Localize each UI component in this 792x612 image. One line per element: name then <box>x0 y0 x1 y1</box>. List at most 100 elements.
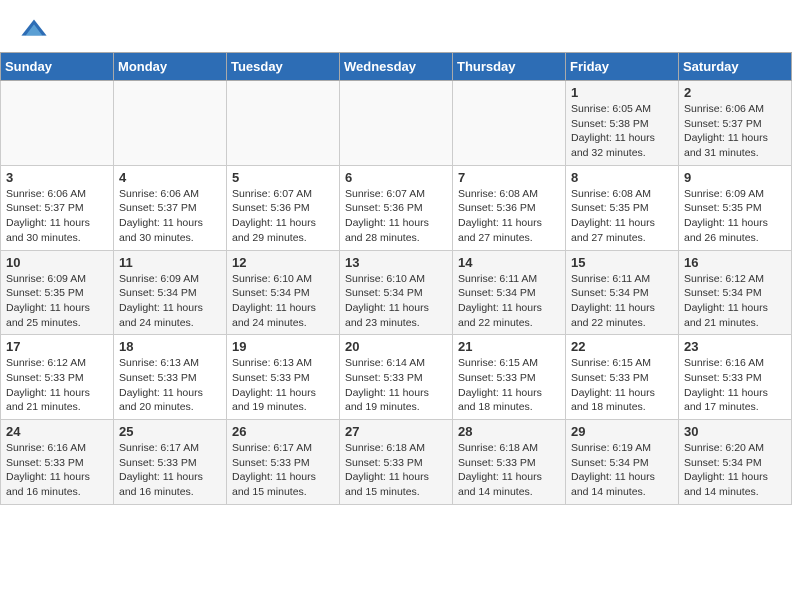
day-number: 8 <box>571 170 673 185</box>
calendar-cell: 10 Sunrise: 6:09 AM Sunset: 5:35 PM Dayli… <box>1 250 114 335</box>
weekday-header-saturday: Saturday <box>679 53 792 81</box>
calendar-cell <box>1 81 114 166</box>
day-number: 27 <box>345 424 447 439</box>
day-number: 9 <box>684 170 786 185</box>
calendar-cell: 27 Sunrise: 6:18 AM Sunset: 5:33 PM Dayli… <box>340 420 453 505</box>
weekday-header-thursday: Thursday <box>453 53 566 81</box>
day-number: 21 <box>458 339 560 354</box>
cell-info: Sunrise: 6:07 AM Sunset: 5:36 PM Dayligh… <box>232 187 334 246</box>
day-number: 26 <box>232 424 334 439</box>
calendar-cell: 3Sunrise: 6:06 AM Sunset: 5:37 PM Daylig… <box>1 165 114 250</box>
day-number: 11 <box>119 255 221 270</box>
day-number: 30 <box>684 424 786 439</box>
day-number: 28 <box>458 424 560 439</box>
cell-info: Sunrise: 6:11 AM Sunset: 5:34 PM Dayligh… <box>571 272 673 331</box>
cell-info: Sunrise: 6:08 AM Sunset: 5:35 PM Dayligh… <box>571 187 673 246</box>
calendar-cell: 21 Sunrise: 6:15 AM Sunset: 5:33 PM Dayli… <box>453 335 566 420</box>
cell-info: Sunrise: 6:18 AM Sunset: 5:33 PM Dayligh… <box>345 441 447 500</box>
day-number: 7 <box>458 170 560 185</box>
cell-info: Sunrise: 6:16 AM Sunset: 5:33 PM Dayligh… <box>6 441 108 500</box>
day-number: 6 <box>345 170 447 185</box>
day-number: 4 <box>119 170 221 185</box>
cell-info: Sunrise: 6:09 AM Sunset: 5:34 PM Dayligh… <box>119 272 221 331</box>
cell-info: Sunrise: 6:19 AM Sunset: 5:34 PM Dayligh… <box>571 441 673 500</box>
calendar-cell <box>227 81 340 166</box>
day-number: 12 <box>232 255 334 270</box>
cell-info: Sunrise: 6:06 AM Sunset: 5:37 PM Dayligh… <box>684 102 786 161</box>
cell-info: Sunrise: 6:13 AM Sunset: 5:33 PM Dayligh… <box>232 356 334 415</box>
weekday-header-sunday: Sunday <box>1 53 114 81</box>
weekday-header-monday: Monday <box>114 53 227 81</box>
calendar-table: SundayMondayTuesdayWednesdayThursdayFrid… <box>0 52 792 505</box>
calendar-cell: 23 Sunrise: 6:16 AM Sunset: 5:33 PM Dayli… <box>679 335 792 420</box>
day-number: 29 <box>571 424 673 439</box>
calendar-cell: 19 Sunrise: 6:13 AM Sunset: 5:33 PM Dayli… <box>227 335 340 420</box>
week-row-4: 17 Sunrise: 6:12 AM Sunset: 5:33 PM Dayli… <box>1 335 792 420</box>
day-number: 1 <box>571 85 673 100</box>
calendar-cell: 5 Sunrise: 6:07 AM Sunset: 5:36 PM Daylig… <box>227 165 340 250</box>
day-number: 24 <box>6 424 108 439</box>
weekday-header-row: SundayMondayTuesdayWednesdayThursdayFrid… <box>1 53 792 81</box>
day-number: 15 <box>571 255 673 270</box>
logo-icon <box>20 16 48 44</box>
calendar-cell: 28 Sunrise: 6:18 AM Sunset: 5:33 PM Dayli… <box>453 420 566 505</box>
calendar-cell: 18 Sunrise: 6:13 AM Sunset: 5:33 PM Dayli… <box>114 335 227 420</box>
week-row-5: 24 Sunrise: 6:16 AM Sunset: 5:33 PM Dayli… <box>1 420 792 505</box>
calendar-cell: 13 Sunrise: 6:10 AM Sunset: 5:34 PM Dayli… <box>340 250 453 335</box>
cell-info: Sunrise: 6:15 AM Sunset: 5:33 PM Dayligh… <box>571 356 673 415</box>
cell-info: Sunrise: 6:17 AM Sunset: 5:33 PM Dayligh… <box>119 441 221 500</box>
day-number: 10 <box>6 255 108 270</box>
week-row-3: 10 Sunrise: 6:09 AM Sunset: 5:35 PM Dayli… <box>1 250 792 335</box>
calendar-cell: 11 Sunrise: 6:09 AM Sunset: 5:34 PM Dayli… <box>114 250 227 335</box>
cell-info: Sunrise: 6:20 AM Sunset: 5:34 PM Dayligh… <box>684 441 786 500</box>
day-number: 23 <box>684 339 786 354</box>
cell-info: Sunrise: 6:13 AM Sunset: 5:33 PM Dayligh… <box>119 356 221 415</box>
cell-info: Sunrise: 6:05 AM Sunset: 5:38 PM Dayligh… <box>571 102 673 161</box>
calendar-cell: 17 Sunrise: 6:12 AM Sunset: 5:33 PM Dayli… <box>1 335 114 420</box>
day-number: 22 <box>571 339 673 354</box>
cell-info: Sunrise: 6:18 AM Sunset: 5:33 PM Dayligh… <box>458 441 560 500</box>
day-number: 3 <box>6 170 108 185</box>
day-number: 19 <box>232 339 334 354</box>
cell-info: Sunrise: 6:16 AM Sunset: 5:33 PM Dayligh… <box>684 356 786 415</box>
day-number: 14 <box>458 255 560 270</box>
cell-info: Sunrise: 6:09 AM Sunset: 5:35 PM Dayligh… <box>6 272 108 331</box>
cell-info: Sunrise: 6:14 AM Sunset: 5:33 PM Dayligh… <box>345 356 447 415</box>
cell-info: Sunrise: 6:17 AM Sunset: 5:33 PM Dayligh… <box>232 441 334 500</box>
day-number: 20 <box>345 339 447 354</box>
day-number: 18 <box>119 339 221 354</box>
cell-info: Sunrise: 6:08 AM Sunset: 5:36 PM Dayligh… <box>458 187 560 246</box>
calendar-cell: 2 Sunrise: 6:06 AM Sunset: 5:37 PM Daylig… <box>679 81 792 166</box>
cell-info: Sunrise: 6:10 AM Sunset: 5:34 PM Dayligh… <box>232 272 334 331</box>
calendar-cell: 16Sunrise: 6:12 AM Sunset: 5:34 PM Dayli… <box>679 250 792 335</box>
day-number: 25 <box>119 424 221 439</box>
cell-info: Sunrise: 6:11 AM Sunset: 5:34 PM Dayligh… <box>458 272 560 331</box>
day-number: 16 <box>684 255 786 270</box>
calendar-cell <box>340 81 453 166</box>
weekday-header-wednesday: Wednesday <box>340 53 453 81</box>
calendar-cell: 12 Sunrise: 6:10 AM Sunset: 5:34 PM Dayli… <box>227 250 340 335</box>
calendar-cell: 14 Sunrise: 6:11 AM Sunset: 5:34 PM Dayli… <box>453 250 566 335</box>
day-number: 17 <box>6 339 108 354</box>
calendar-cell: 26 Sunrise: 6:17 AM Sunset: 5:33 PM Dayli… <box>227 420 340 505</box>
calendar-cell: 8 Sunrise: 6:08 AM Sunset: 5:35 PM Daylig… <box>566 165 679 250</box>
week-row-2: 3 Sunrise: 6:06 AM Sunset: 5:37 PM Daylig… <box>1 165 792 250</box>
day-number: 13 <box>345 255 447 270</box>
calendar-cell: 29 Sunrise: 6:19 AM Sunset: 5:34 PM Dayli… <box>566 420 679 505</box>
weekday-header-friday: Friday <box>566 53 679 81</box>
cell-info: Sunrise: 6:06 AM Sunset: 5:37 PM Dayligh… <box>119 187 221 246</box>
cell-info: Sunrise: 6:10 AM Sunset: 5:34 PM Dayligh… <box>345 272 447 331</box>
calendar-cell <box>114 81 227 166</box>
day-number: 2 <box>684 85 786 100</box>
calendar-cell: 6Sunrise: 6:07 AM Sunset: 5:36 PM Daylig… <box>340 165 453 250</box>
day-number: 5 <box>232 170 334 185</box>
calendar-cell: 15 Sunrise: 6:11 AM Sunset: 5:34 PM Dayli… <box>566 250 679 335</box>
calendar-cell: 7 Sunrise: 6:08 AM Sunset: 5:36 PM Daylig… <box>453 165 566 250</box>
page-header <box>0 0 792 52</box>
cell-info: Sunrise: 6:15 AM Sunset: 5:33 PM Dayligh… <box>458 356 560 415</box>
calendar-cell: 4 Sunrise: 6:06 AM Sunset: 5:37 PM Daylig… <box>114 165 227 250</box>
calendar-cell: 22 Sunrise: 6:15 AM Sunset: 5:33 PM Dayli… <box>566 335 679 420</box>
calendar-cell: 9Sunrise: 6:09 AM Sunset: 5:35 PM Daylig… <box>679 165 792 250</box>
cell-info: Sunrise: 6:12 AM Sunset: 5:33 PM Dayligh… <box>6 356 108 415</box>
calendar-cell: 20 Sunrise: 6:14 AM Sunset: 5:33 PM Dayli… <box>340 335 453 420</box>
